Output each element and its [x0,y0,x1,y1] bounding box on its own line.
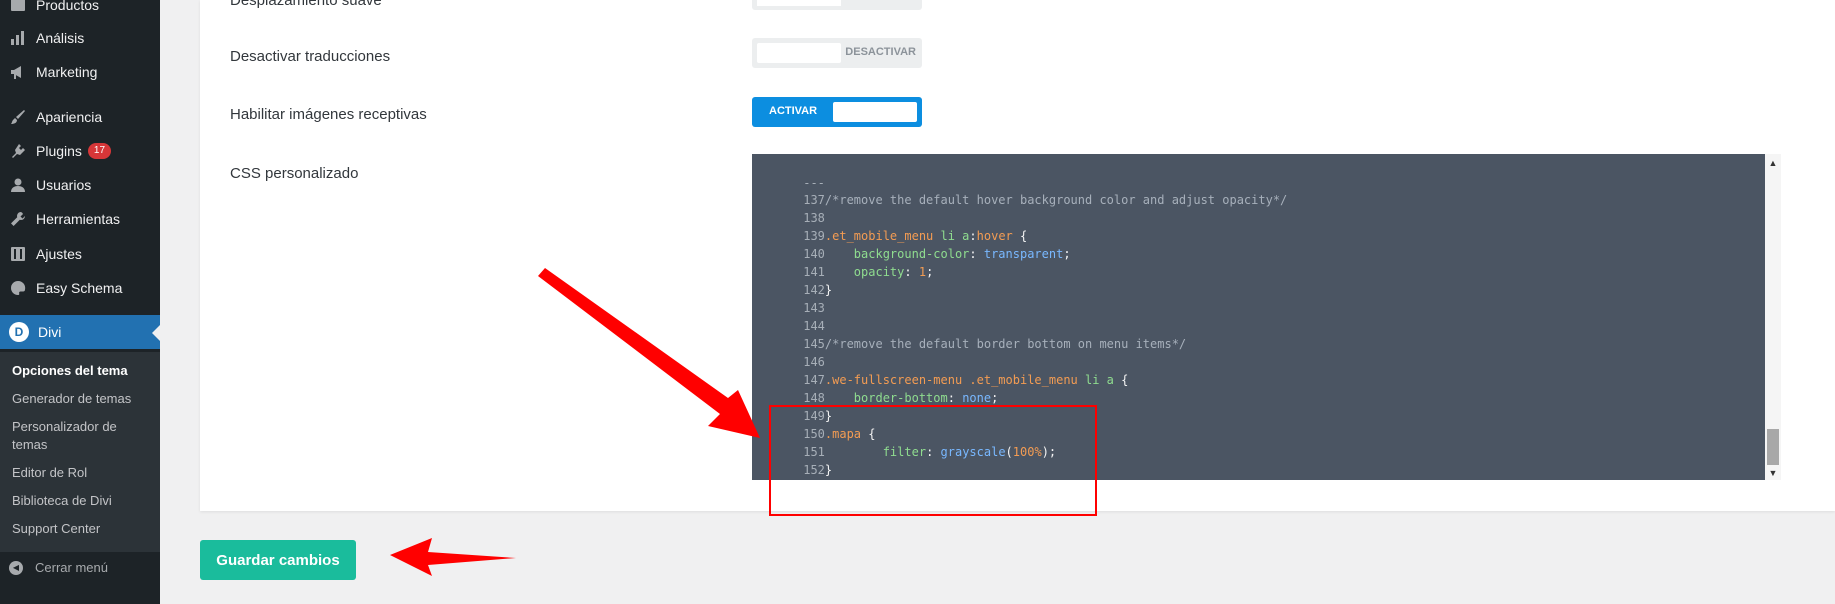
code-line: 149} [803,409,833,423]
sidebar-item-plugins[interactable]: Plugins 17 [0,134,160,168]
sidebar-item-label: Herramientas [36,211,121,227]
code-line: 142} [803,283,833,297]
submenu-item-theme-options[interactable]: Opciones del tema [12,362,152,380]
sidebar-item-divi[interactable]: D Divi [0,315,160,349]
sidebar-item-analisis[interactable]: Análisis [0,21,160,55]
code-line: 145/*remove the default border bottom on… [803,337,1187,351]
sidebar-item-label: Ajustes [36,246,82,262]
scroll-down-arrow-icon[interactable]: ▼ [1765,468,1781,478]
submenu-item-divi-library[interactable]: Biblioteca de Divi [12,492,152,510]
sidebar-item-usuarios[interactable]: Usuarios [0,168,160,202]
sidebar-item-easy-schema[interactable]: Easy Schema [0,271,160,305]
editor-scrollbar[interactable]: ▲ ▼ [1765,154,1781,480]
responsive-images-toggle[interactable]: ACTIVAR [752,97,922,127]
code-line: 141 opacity: 1; [803,265,934,279]
submenu-item-role-editor[interactable]: Editor de Rol [12,464,152,482]
submenu-item-theme-customizer[interactable]: Personalizador de temas [12,418,152,454]
option-label-disable-translations: Desactivar traducciones [230,48,391,65]
code-line: 152} [803,463,833,477]
code-line: 143 [803,301,825,315]
smooth-scroll-toggle[interactable] [752,0,922,10]
arrow-to-save-icon [390,538,516,576]
code-fold-marker: --- [803,176,825,190]
admin-sidebar: Productos Análisis Marketing Apariencia … [0,0,160,604]
active-indicator [152,325,160,341]
plugins-update-badge: 17 [87,143,112,159]
wrench-icon [9,210,27,228]
users-icon [9,176,27,194]
sidebar-item-label: Análisis [36,30,85,46]
collapse-arrow-icon: ◀ [9,560,23,575]
collapse-menu-label: Cerrar menú [35,560,108,575]
scrollbar-thumb[interactable] [1767,429,1779,465]
sidebar-item-marketing[interactable]: Marketing [0,55,160,89]
sidebar-item-apariencia[interactable]: Apariencia [0,100,160,134]
plugin-icon [9,142,27,160]
sidebar-item-label: Apariencia [36,109,103,125]
code-line: 140 background-color: transparent; [803,247,1071,261]
code-line: 151 filter: grayscale(100%); [803,445,1057,459]
submenu-item-support-center[interactable]: Support Center [12,520,152,538]
toggle-knob [833,102,917,122]
option-label-responsive-images: Habilitar imágenes receptivas [230,106,427,123]
toggle-state-label: ACTIVAR [769,105,818,117]
toggle-knob [757,0,841,6]
products-icon [9,0,27,14]
brush-icon [9,108,27,126]
submenu-item-theme-builder[interactable]: Generador de temas [12,390,152,408]
option-label-custom-css: CSS personalizado [230,165,359,182]
sidebar-item-label: Productos [36,0,100,13]
megaphone-icon [9,63,27,81]
sidebar-item-label: Divi [38,324,62,340]
code-line: 150.mapa { [803,427,876,441]
custom-css-editor[interactable]: --- 137/*remove the default hover backgr… [752,154,1765,480]
toggle-state-label: DESACTIVAR [845,46,916,58]
save-changes-button[interactable]: Guardar cambios [200,540,356,580]
sidebar-item-label: Plugins [36,143,82,159]
option-label-smooth-scroll: Desplazamiento suave [230,0,382,9]
settings-icon [9,245,27,263]
code-line: 144 [803,319,825,333]
divi-submenu: Opciones del tema Generador de temas Per… [0,352,160,552]
sidebar-item-productos[interactable]: Productos [0,0,160,22]
code-line: 147.we-fullscreen-menu .et_mobile_menu l… [803,373,1129,387]
scroll-up-arrow-icon[interactable]: ▲ [1765,158,1781,168]
code-line: 137/*remove the default hover background… [803,193,1288,207]
divi-icon: D [9,322,29,342]
code-line: 138 [803,211,825,225]
palette-icon [9,279,27,297]
sidebar-item-ajustes[interactable]: Ajustes [0,237,160,271]
sidebar-item-label: Marketing [36,64,98,80]
collapse-menu-button[interactable]: ◀ Cerrar menú [9,560,108,575]
sidebar-item-herramientas[interactable]: Herramientas [0,202,160,236]
code-line: 148 border-bottom: none; [803,391,999,405]
sidebar-item-label: Usuarios [36,177,92,193]
code-line: 146 [803,355,825,369]
sidebar-item-label: Easy Schema [36,280,123,296]
analytics-icon [9,29,27,47]
disable-translations-toggle[interactable]: DESACTIVAR [752,38,922,68]
toggle-knob [757,43,841,63]
code-line: 139.et_mobile_menu li a:hover { [803,229,1028,243]
